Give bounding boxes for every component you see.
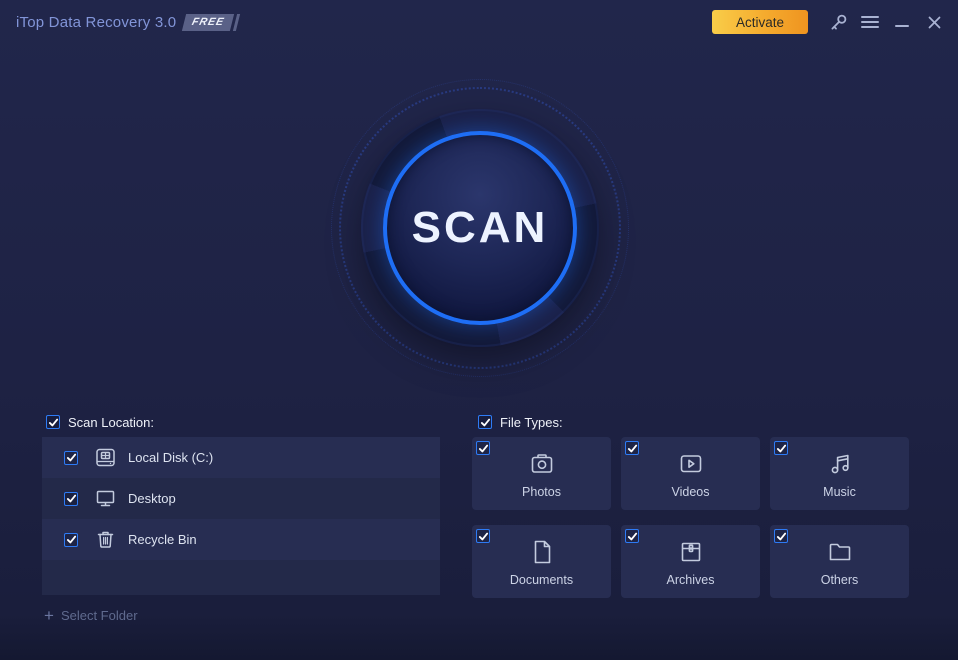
- scan-button-label: SCAN: [412, 203, 549, 253]
- others-label: Others: [770, 573, 909, 587]
- documents-label: Documents: [472, 573, 611, 587]
- check-icon: [48, 417, 59, 428]
- video-icon: [621, 450, 760, 478]
- document-icon: [472, 538, 611, 566]
- file-type-tile-videos[interactable]: Videos: [621, 437, 760, 510]
- archive-icon: [621, 538, 760, 566]
- activate-button[interactable]: Activate: [712, 10, 808, 34]
- local-disk-checkbox[interactable]: [64, 451, 78, 465]
- free-badge: FREE: [182, 14, 234, 31]
- scan-location-checkbox[interactable]: [46, 415, 60, 429]
- scan-location-label: Scan Location:: [68, 415, 154, 430]
- scan-location-row-desktop[interactable]: Desktop: [42, 478, 440, 519]
- file-type-tile-archives[interactable]: Archives: [621, 525, 760, 598]
- minimize-icon[interactable]: [886, 6, 918, 38]
- scan-button-area: SCAN: [330, 78, 630, 378]
- scan-location-row-local-disk[interactable]: Local Disk (C:): [42, 437, 440, 478]
- scan-location-row-recycle-bin[interactable]: Recycle Bin: [42, 519, 440, 560]
- license-key-icon[interactable]: [822, 6, 854, 38]
- file-types-checkbox[interactable]: [478, 415, 492, 429]
- free-badge-tail: [233, 14, 240, 31]
- check-icon: [480, 417, 491, 428]
- free-badge-label: FREE: [191, 16, 226, 28]
- music-icon: [770, 450, 909, 478]
- file-types-label: File Types:: [500, 415, 563, 430]
- plus-icon: +: [44, 609, 54, 622]
- monitor-icon: [94, 488, 116, 510]
- app-window: iTop Data Recovery 3.0 FREE Activate: [0, 0, 958, 660]
- recycle-bin-checkbox[interactable]: [64, 533, 78, 547]
- titlebar-controls: Activate: [712, 0, 958, 44]
- desktop-label: Desktop: [128, 491, 176, 506]
- videos-label: Videos: [621, 485, 760, 499]
- file-type-tile-photos[interactable]: Photos: [472, 437, 611, 510]
- file-type-tile-documents[interactable]: Documents: [472, 525, 611, 598]
- scan-location-header: Scan Location:: [46, 414, 154, 430]
- file-type-tile-music[interactable]: Music: [770, 437, 909, 510]
- scan-location-empty-row: [42, 560, 440, 595]
- menu-icon[interactable]: [854, 6, 886, 38]
- select-folder-label: Select Folder: [61, 608, 138, 623]
- archives-label: Archives: [621, 573, 760, 587]
- titlebar: iTop Data Recovery 3.0 FREE Activate: [0, 0, 958, 44]
- camera-icon: [472, 450, 611, 478]
- music-label: Music: [770, 485, 909, 499]
- check-icon: [66, 534, 77, 545]
- check-icon: [66, 452, 77, 463]
- select-folder-button[interactable]: + Select Folder: [44, 608, 138, 623]
- trash-icon: [94, 529, 116, 551]
- file-type-tile-others[interactable]: Others: [770, 525, 909, 598]
- local-disk-label: Local Disk (C:): [128, 450, 213, 465]
- file-types-header: File Types:: [478, 414, 563, 430]
- photos-label: Photos: [472, 485, 611, 499]
- folder-icon: [770, 538, 909, 566]
- app-title: iTop Data Recovery 3.0: [16, 14, 176, 31]
- drive-icon: [94, 447, 116, 469]
- check-icon: [66, 493, 77, 504]
- scan-button[interactable]: SCAN: [383, 131, 577, 325]
- desktop-checkbox[interactable]: [64, 492, 78, 506]
- recycle-bin-label: Recycle Bin: [128, 532, 197, 547]
- close-icon[interactable]: [918, 6, 950, 38]
- scan-location-list: Local Disk (C:) Desktop: [42, 437, 440, 595]
